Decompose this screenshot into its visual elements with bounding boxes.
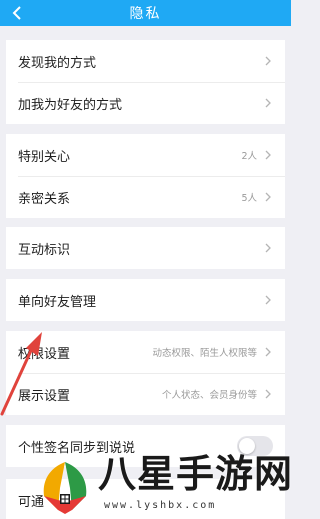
setting-label: 互动标识 [18, 242, 71, 258]
settings-group: 发现我的方式 加我为好友的方式 [6, 40, 285, 124]
setting-row-interaction-badge[interactable]: 互动标识 [6, 227, 285, 269]
chevron-right-icon [263, 97, 273, 109]
annotation-arrow-icon [0, 332, 42, 416]
chevron-right-icon [263, 55, 273, 67]
nav-bar: 隐私 [0, 0, 291, 26]
setting-label: 加我为好友的方式 [18, 97, 123, 113]
setting-label: 单向好友管理 [18, 294, 97, 310]
setting-label: 发现我的方式 [18, 55, 97, 71]
setting-row-add-me-method[interactable]: 加我为好友的方式 [6, 82, 285, 124]
setting-row-special-care[interactable]: 特别关心 2人 [6, 134, 285, 176]
settings-group: 特别关心 2人 亲密关系 5人 [6, 134, 285, 218]
settings-group: 单向好友管理 [6, 279, 285, 321]
chevron-right-icon [263, 149, 273, 161]
watermark-url: www.lyshbx.com [104, 500, 217, 511]
chevron-right-icon [263, 388, 273, 400]
setting-value: 动态权限、陌生人权限等 [152, 348, 257, 359]
chevron-right-icon [263, 294, 273, 306]
settings-group: 互动标识 [6, 227, 285, 269]
setting-value: 2人 [241, 151, 257, 162]
chevron-right-icon [263, 346, 273, 358]
setting-value: 5人 [241, 193, 257, 204]
setting-value: 个人状态、会员身份等 [161, 390, 257, 401]
setting-label: 亲密关系 [18, 191, 71, 207]
chevron-right-icon [263, 191, 273, 203]
setting-row-discover-me[interactable]: 发现我的方式 [6, 40, 285, 82]
page-title: 隐私 [129, 6, 162, 22]
setting-label: 特别关心 [18, 149, 71, 165]
watermark-logo-icon [43, 462, 87, 514]
chevron-right-icon [263, 242, 273, 254]
setting-row-close-relationship[interactable]: 亲密关系 5人 [6, 176, 285, 218]
setting-row-one-way-friends[interactable]: 单向好友管理 [6, 279, 285, 321]
watermark-text: 八星手游网 [98, 452, 294, 496]
